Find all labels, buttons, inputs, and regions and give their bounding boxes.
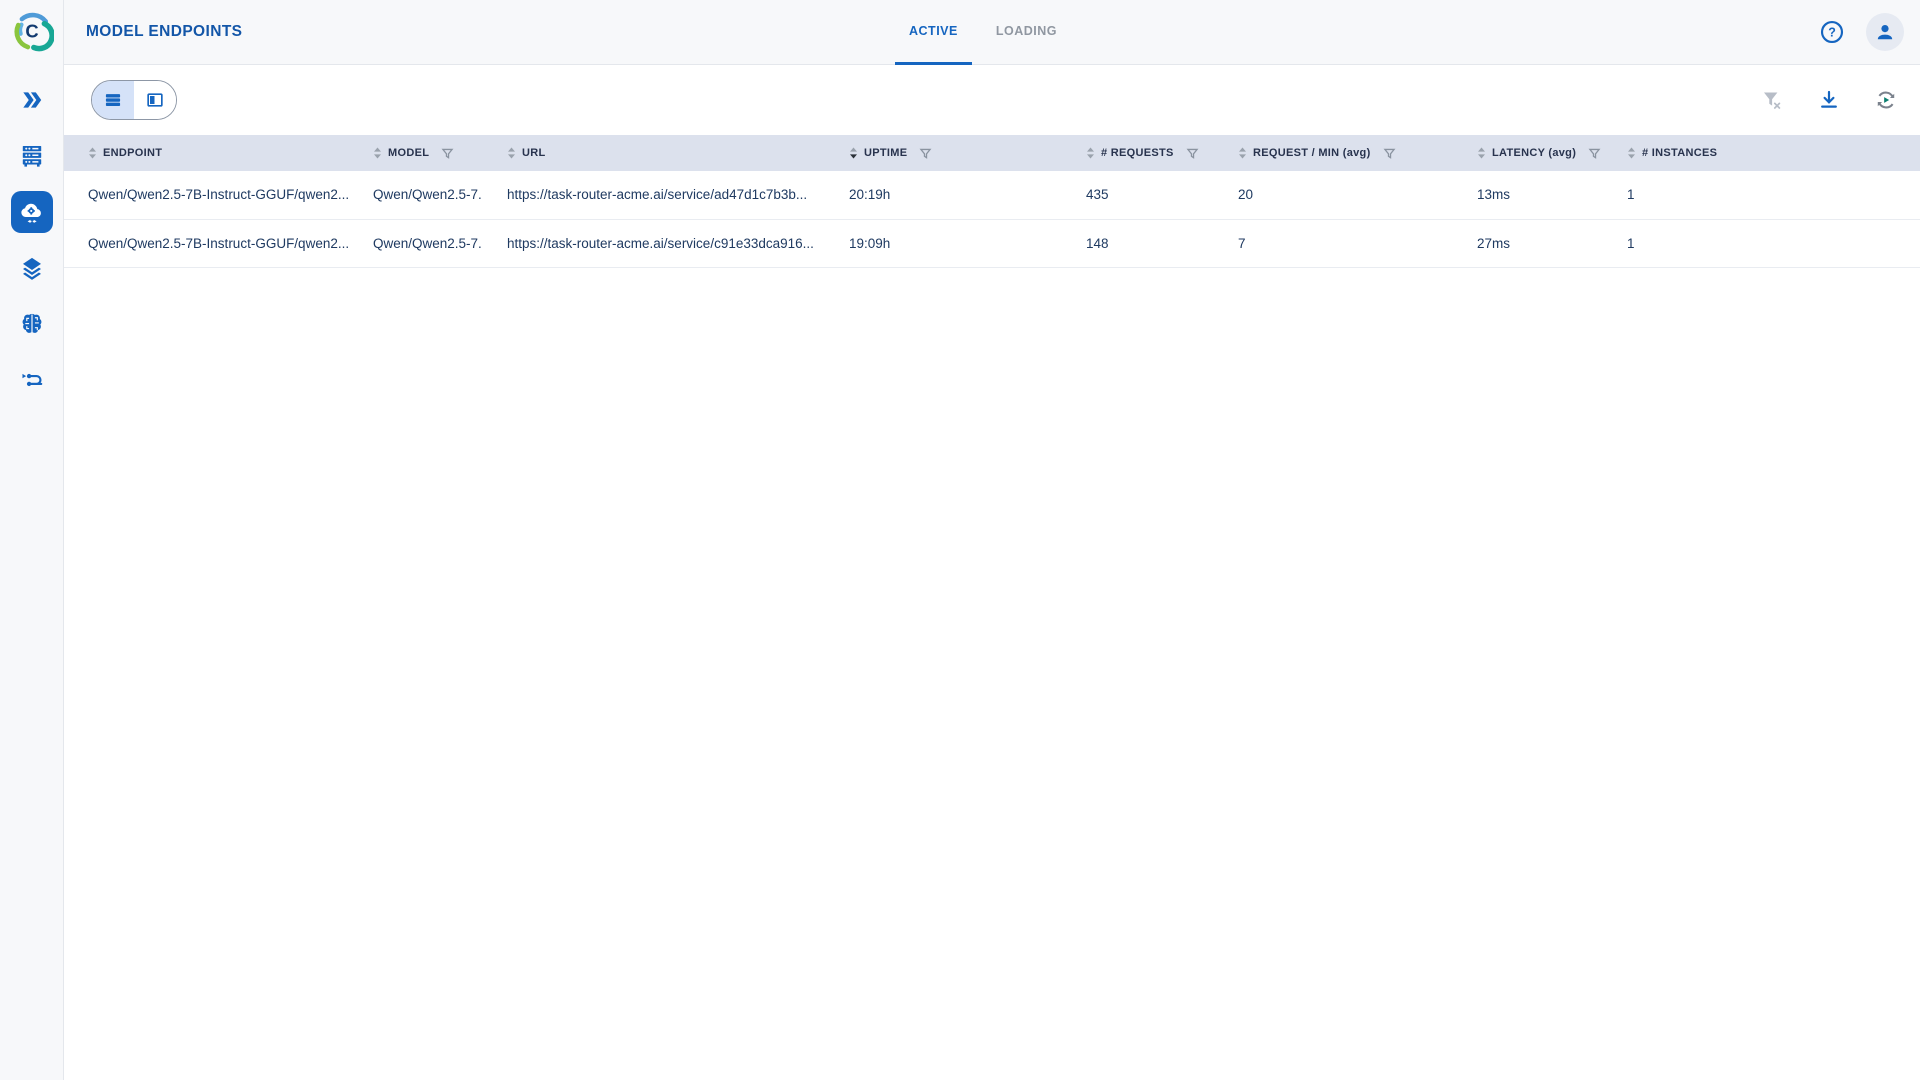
column-header-url[interactable]: URL bbox=[483, 135, 825, 171]
cell-latency: 27ms bbox=[1453, 219, 1603, 267]
page-title: MODEL ENDPOINTS bbox=[86, 23, 242, 41]
sort-icon[interactable] bbox=[507, 147, 516, 159]
column-label: MODEL bbox=[388, 147, 429, 159]
column-header-endpoint[interactable]: ENDPOINT bbox=[64, 135, 349, 171]
toolbar-actions bbox=[1756, 65, 1902, 135]
filter-icon[interactable] bbox=[1383, 147, 1396, 160]
sort-icon[interactable] bbox=[88, 147, 97, 159]
cell-url: https://task-router-acme.ai/service/c91e… bbox=[483, 219, 825, 267]
help-button[interactable]: ? bbox=[1816, 16, 1848, 48]
brain-icon bbox=[19, 311, 45, 337]
layers-icon bbox=[19, 255, 45, 281]
table-row[interactable]: Qwen/Qwen2.5-7B-Instruct-GGUF/qwen2... Q… bbox=[64, 171, 1920, 219]
sidebar-item-compute[interactable] bbox=[9, 133, 55, 179]
sidebar-item-model-endpoints[interactable] bbox=[11, 191, 53, 233]
sort-icon[interactable] bbox=[373, 147, 382, 159]
cell-requests: 148 bbox=[1062, 219, 1214, 267]
cell-instances: 1 bbox=[1603, 171, 1920, 219]
column-header-uptime[interactable]: UPTIME bbox=[825, 135, 1062, 171]
card-view-button[interactable] bbox=[134, 81, 176, 119]
main-content: ENDPOINT MODEL bbox=[64, 65, 1920, 268]
column-header-instances[interactable]: # INSTANCES bbox=[1603, 135, 1920, 171]
sidebar: C bbox=[0, 0, 64, 1080]
cell-model: Qwen/Qwen2.5-7... bbox=[349, 171, 483, 219]
sidebar-item-expand[interactable] bbox=[9, 77, 55, 123]
cell-instances: 1 bbox=[1603, 219, 1920, 267]
filter-icon[interactable] bbox=[1588, 147, 1601, 160]
cell-requests: 435 bbox=[1062, 171, 1214, 219]
cell-endpoint: Qwen/Qwen2.5-7B-Instruct-GGUF/qwen2... bbox=[64, 219, 349, 267]
cell-endpoint: Qwen/Qwen2.5-7B-Instruct-GGUF/qwen2... bbox=[64, 171, 349, 219]
sort-icon[interactable] bbox=[1238, 147, 1247, 159]
svg-text:C: C bbox=[25, 20, 38, 41]
route-icon bbox=[19, 367, 45, 393]
endpoints-table: ENDPOINT MODEL bbox=[64, 135, 1920, 268]
logo-icon: C bbox=[10, 9, 54, 53]
column-header-latency[interactable]: LATENCY (avg) bbox=[1453, 135, 1603, 171]
cell-latency: 13ms bbox=[1453, 171, 1603, 219]
server-rack-icon bbox=[19, 143, 45, 169]
cell-url: https://task-router-acme.ai/service/ad47… bbox=[483, 171, 825, 219]
table-header: ENDPOINT MODEL bbox=[64, 135, 1920, 171]
sort-icon[interactable] bbox=[1477, 147, 1486, 159]
sort-icon[interactable] bbox=[1086, 147, 1095, 159]
topbar-actions: ? bbox=[1816, 13, 1904, 51]
sidebar-item-models[interactable] bbox=[9, 301, 55, 347]
column-header-request-per-min[interactable]: REQUEST / MIN (avg) bbox=[1214, 135, 1453, 171]
cell-uptime: 19:09h bbox=[825, 219, 1062, 267]
filter-icon[interactable] bbox=[919, 147, 932, 160]
table-row[interactable]: Qwen/Qwen2.5-7B-Instruct-GGUF/qwen2... Q… bbox=[64, 219, 1920, 267]
tab-bar: ACTIVE LOADING bbox=[895, 0, 1071, 65]
column-label: # REQUESTS bbox=[1101, 147, 1174, 159]
column-label: URL bbox=[522, 147, 546, 159]
column-label: UPTIME bbox=[864, 147, 907, 159]
filter-icon[interactable] bbox=[1186, 147, 1199, 160]
help-icon: ? bbox=[1819, 19, 1845, 45]
sort-icon[interactable] bbox=[1627, 147, 1636, 159]
double-arrow-icon bbox=[19, 87, 45, 113]
cell-request-per-min: 20 bbox=[1214, 171, 1453, 219]
sidebar-nav bbox=[0, 77, 63, 403]
list-view-button[interactable] bbox=[92, 81, 134, 119]
filter-icon[interactable] bbox=[441, 147, 454, 160]
sort-desc-icon[interactable] bbox=[849, 147, 858, 159]
svg-text:?: ? bbox=[1828, 26, 1836, 40]
sidebar-item-layers[interactable] bbox=[9, 245, 55, 291]
auto-refresh-button[interactable] bbox=[1870, 84, 1902, 116]
download-button[interactable] bbox=[1813, 84, 1845, 116]
sidebar-item-pipelines[interactable] bbox=[9, 357, 55, 403]
side-panel-icon bbox=[145, 90, 165, 110]
cloud-gear-icon bbox=[19, 199, 45, 225]
download-icon bbox=[1817, 88, 1841, 112]
cell-request-per-min: 7 bbox=[1214, 219, 1453, 267]
tab-loading[interactable]: LOADING bbox=[982, 0, 1071, 65]
column-label: # INSTANCES bbox=[1642, 147, 1717, 159]
column-label: ENDPOINT bbox=[103, 147, 162, 159]
column-label: REQUEST / MIN (avg) bbox=[1253, 147, 1371, 159]
cell-model: Qwen/Qwen2.5-7... bbox=[349, 219, 483, 267]
clear-filters-button[interactable] bbox=[1756, 84, 1788, 116]
column-label: LATENCY (avg) bbox=[1492, 147, 1576, 159]
filter-off-icon bbox=[1760, 88, 1784, 112]
topbar: MODEL ENDPOINTS ACTIVE LOADING ? bbox=[64, 0, 1920, 65]
view-mode-toggle bbox=[91, 80, 177, 120]
toolbar bbox=[64, 65, 1920, 135]
column-header-requests[interactable]: # REQUESTS bbox=[1062, 135, 1214, 171]
app-logo[interactable]: C bbox=[10, 9, 54, 53]
cell-uptime: 20:19h bbox=[825, 171, 1062, 219]
column-header-model[interactable]: MODEL bbox=[349, 135, 483, 171]
table-rows-icon bbox=[103, 90, 123, 110]
user-avatar[interactable] bbox=[1866, 13, 1904, 51]
refresh-play-icon bbox=[1873, 87, 1899, 113]
tab-active[interactable]: ACTIVE bbox=[895, 0, 972, 65]
person-icon bbox=[1873, 20, 1897, 44]
